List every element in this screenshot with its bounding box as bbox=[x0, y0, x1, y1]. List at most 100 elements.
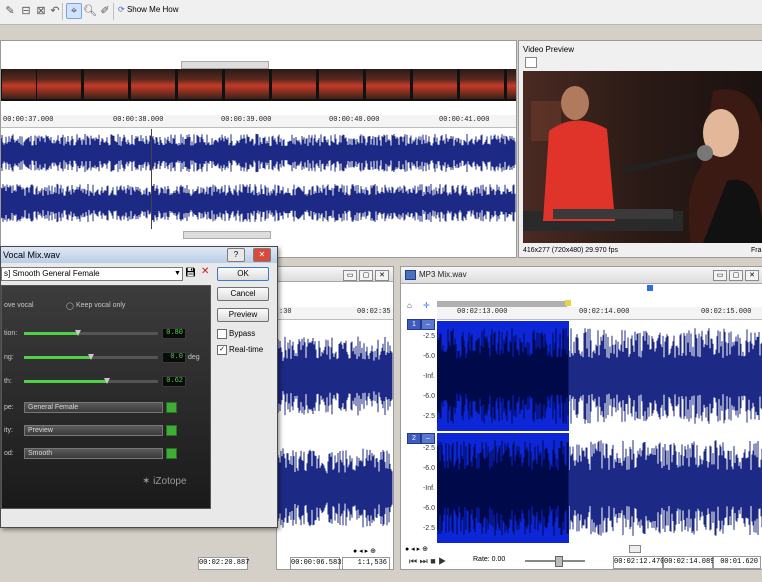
ruler-label: 00:00:39.000 bbox=[221, 116, 272, 124]
reduction-slider[interactable] bbox=[24, 330, 158, 336]
slider-knob[interactable] bbox=[74, 330, 81, 336]
panning-slider[interactable] bbox=[24, 354, 158, 360]
realtime-checkbox[interactable]: ✓ bbox=[217, 345, 227, 355]
track-mute-button[interactable]: – bbox=[421, 319, 435, 330]
pane-titlebar[interactable]: ▭ ▢ ✕ bbox=[277, 267, 393, 282]
pane-titlebar[interactable]: MP3 Mix.wav ▭ ▢ ✕ bbox=[401, 267, 762, 284]
track-number-1[interactable]: 1 bbox=[407, 319, 421, 330]
preview-button[interactable]: Preview bbox=[217, 308, 269, 322]
reduction-value[interactable]: 0.80 bbox=[162, 328, 186, 339]
undo-icon[interactable]: ↶ bbox=[47, 3, 63, 19]
radio-icon[interactable]: ◯ bbox=[66, 302, 74, 310]
waveform-channel-right[interactable] bbox=[1, 179, 516, 227]
playhead-marker[interactable] bbox=[565, 300, 571, 306]
help-icon[interactable]: ? bbox=[227, 248, 245, 262]
timeline-pane: 00:00:37.000 00:00:38.000 00:00:39.000 0… bbox=[0, 40, 517, 258]
video-thumbnail bbox=[506, 69, 516, 99]
play-icon[interactable]: ▶ bbox=[438, 556, 446, 566]
cancel-button[interactable]: Cancel bbox=[217, 287, 269, 301]
preset-value: s] Smooth General Female bbox=[4, 269, 100, 278]
audio-file-icon bbox=[405, 270, 416, 280]
db-label: -6.0 bbox=[422, 393, 435, 400]
minimize-icon[interactable]: ▭ bbox=[713, 270, 727, 281]
quality-dropdown-icon[interactable] bbox=[166, 425, 177, 436]
keep-vocal-option[interactable]: Keep vocal only bbox=[76, 302, 125, 309]
width-slider[interactable] bbox=[24, 378, 158, 384]
panning-value[interactable]: 0.0 bbox=[162, 352, 186, 363]
combo-label: ity: bbox=[4, 427, 13, 434]
bypass-checkbox[interactable] bbox=[217, 329, 227, 339]
slider-knob[interactable] bbox=[88, 354, 94, 360]
selection-length[interactable]: 00:01.620 bbox=[713, 556, 761, 569]
realtime-label: Real-time bbox=[229, 345, 264, 354]
db-label: -6.0 bbox=[422, 353, 435, 360]
preset-dropdown[interactable]: s] Smooth General Female ▼ bbox=[1, 267, 183, 281]
maximize-icon[interactable]: ▢ bbox=[359, 270, 373, 281]
method-select[interactable]: Smooth bbox=[24, 448, 163, 459]
slider-knob[interactable] bbox=[104, 378, 111, 384]
waveform-channel-left[interactable] bbox=[1, 129, 516, 177]
video-thumbnail bbox=[224, 69, 270, 99]
ruler-label: 00:02:13.000 bbox=[457, 308, 508, 316]
save-preset-icon[interactable]: 💾︎ bbox=[185, 267, 196, 278]
waveform-path bbox=[437, 328, 569, 424]
time-ruler[interactable]: :30 00:02:35 bbox=[277, 307, 393, 320]
ok-button[interactable]: OK bbox=[217, 267, 269, 281]
horizontal-scrollbar[interactable] bbox=[629, 545, 641, 553]
waveform-path bbox=[568, 440, 762, 536]
video-thumbnail-strip[interactable] bbox=[1, 69, 516, 101]
video-frame bbox=[523, 71, 762, 243]
waveform-svg bbox=[277, 448, 393, 528]
delete-preset-icon[interactable]: ✕ bbox=[201, 266, 209, 277]
ruler-label: 00:00:37.000 bbox=[3, 116, 54, 124]
width-value[interactable]: 0.62 bbox=[162, 376, 186, 387]
waveform-channel-right[interactable] bbox=[277, 433, 393, 543]
selection-end[interactable]: 00:02:14.089 bbox=[663, 556, 714, 569]
remove-vocal-option[interactable]: ove vocal bbox=[4, 302, 34, 309]
close-icon[interactable]: ✕ bbox=[253, 248, 271, 262]
selection-start[interactable]: 00:02:12.470 bbox=[613, 556, 664, 569]
close-icon[interactable]: ✕ bbox=[745, 270, 759, 281]
zoom-ratio[interactable]: 1:1,536 bbox=[342, 557, 390, 570]
ruler-label: 00:02:35 bbox=[357, 308, 391, 316]
close-icon[interactable]: ✕ bbox=[375, 270, 389, 281]
minimize-icon[interactable]: ▭ bbox=[343, 270, 357, 281]
video-thumbnail bbox=[271, 69, 317, 99]
waveform-channel-left[interactable] bbox=[437, 321, 762, 431]
go-to-end-icon[interactable]: ⏭ bbox=[420, 556, 428, 566]
timeline-scroll-thumb[interactable] bbox=[181, 61, 269, 69]
video-thumbnail bbox=[318, 69, 364, 99]
cursor-position[interactable]: 00:02:20.887 bbox=[198, 557, 249, 570]
zoom-controls[interactable]: ● ◂ ▸ ⊕ bbox=[405, 545, 428, 553]
rate-slider-handle[interactable] bbox=[555, 556, 563, 567]
method-dropdown-icon[interactable] bbox=[166, 448, 177, 459]
snap-icon[interactable]: ⌂ bbox=[407, 301, 412, 310]
go-to-start-icon[interactable]: ⏮ bbox=[409, 556, 417, 566]
quality-select[interactable]: Preview bbox=[24, 425, 163, 436]
voice-type-select[interactable]: General Female bbox=[24, 402, 163, 413]
db-scale: -2.5 -6.0 -Inf. -6.0 -2.5 bbox=[401, 331, 435, 431]
zoom-icon[interactable]: 🔍︎ bbox=[82, 3, 98, 19]
stop-icon[interactable]: ■ bbox=[430, 556, 435, 566]
maximize-icon[interactable]: ▢ bbox=[729, 270, 743, 281]
waveform-channel-left[interactable] bbox=[277, 321, 393, 431]
tool-icon[interactable]: ⊟ bbox=[18, 3, 34, 19]
voice-type-dropdown-icon[interactable] bbox=[166, 402, 177, 413]
show-me-how-button[interactable]: ⟳ Show Me How bbox=[118, 5, 179, 14]
time-ruler[interactable]: 00:02:13.000 00:02:14.000 00:02:15.000 bbox=[437, 307, 762, 320]
waveform-channel-right[interactable] bbox=[437, 433, 762, 543]
window-controls: ▭ ▢ ✕ bbox=[341, 269, 389, 281]
preview-options-icon[interactable] bbox=[525, 57, 537, 68]
zoom-controls[interactable]: ● ◂ ▸ ⊕ bbox=[353, 547, 376, 555]
marker-icon[interactable] bbox=[647, 285, 653, 291]
window-controls: ▭ ▢ ✕ bbox=[711, 269, 759, 281]
pencil-icon[interactable]: ✐ bbox=[97, 3, 113, 19]
video-thumbnail bbox=[412, 69, 458, 99]
tool-icon[interactable]: ✎ bbox=[2, 3, 18, 19]
time-ruler[interactable]: 00:00:37.000 00:00:38.000 00:00:39.000 0… bbox=[1, 115, 516, 128]
loop-icon[interactable]: ✛ bbox=[423, 301, 430, 310]
selection-length[interactable]: 00:00:06.583 bbox=[290, 557, 341, 570]
dialog-titlebar[interactable]: Vocal Mix.wav ? ✕ bbox=[1, 247, 277, 263]
horizontal-scrollbar[interactable] bbox=[183, 231, 271, 239]
select-tool-icon[interactable]: ⌖ bbox=[66, 3, 82, 19]
